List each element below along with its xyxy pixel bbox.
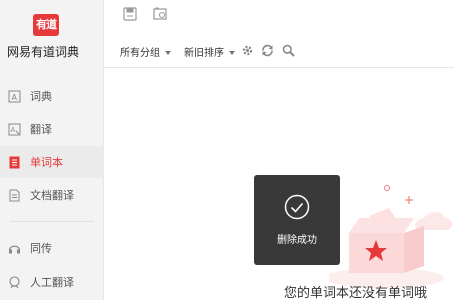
sidebar-item-dictionary[interactable]: A 词典 (0, 80, 104, 112)
sidebar-item-simultaneous-interpretation[interactable]: 同传 (0, 232, 104, 264)
chevron-down-icon (165, 51, 171, 55)
brand: 有道 网易有道词典 (0, 0, 104, 72)
top-toolbar (104, 0, 454, 30)
sidebar-item-label: 翻译 (30, 123, 52, 136)
sidebar-divider (10, 221, 94, 222)
search-icon[interactable] (282, 44, 295, 57)
empty-box-illustration (329, 185, 453, 288)
refresh-icon[interactable] (261, 44, 274, 57)
sidebar-item-label: 单词本 (30, 156, 63, 169)
group-dropdown[interactable]: 所有分组 (120, 44, 171, 59)
sort-dropdown-label: 新旧排序 (184, 48, 224, 59)
sidebar: 有道 网易有道词典 A 词典 A 翻译 单词本 文档翻译 同传 人工翻译 (0, 0, 104, 300)
app-name: 网易有道词典 (7, 45, 80, 59)
filter-bar: 所有分组 新旧排序 (104, 34, 454, 68)
sort-dropdown[interactable]: 新旧排序 (184, 44, 235, 59)
settings-gear-icon[interactable] (241, 44, 254, 57)
document-translate-icon (9, 189, 20, 201)
sidebar-item-label: 文档翻译 (30, 189, 74, 202)
sidebar-item-label: 人工翻译 (30, 276, 74, 289)
dictionary-icon: A (8, 90, 21, 102)
sidebar-item-human-translation[interactable]: 人工翻译 (0, 266, 104, 298)
image-icon[interactable] (153, 7, 167, 21)
sidebar-item-wordbook[interactable]: 单词本 (0, 146, 104, 178)
human-translation-icon (9, 275, 20, 288)
svg-text:A: A (11, 126, 16, 134)
toast-message: 删除成功 (277, 235, 317, 246)
translate-icon: A (8, 123, 21, 135)
sidebar-item-translate[interactable]: A 翻译 (0, 113, 104, 145)
svg-text:A: A (12, 93, 18, 102)
group-dropdown-label: 所有分组 (120, 48, 160, 59)
app-logo: 有道 (33, 14, 59, 36)
youdao-dictionary-window: 有道 网易有道词典 A 词典 A 翻译 单词本 文档翻译 同传 人工翻译 所有分… (0, 0, 454, 300)
empty-wordbook-message: 您的单词本还没有单词哦 (284, 286, 428, 300)
sidebar-item-label: 同传 (30, 242, 52, 255)
wordbook-icon (9, 156, 20, 168)
save-icon[interactable] (123, 7, 137, 21)
sidebar-item-document-translate[interactable]: 文档翻译 (0, 179, 104, 211)
simultaneous-interpretation-icon (8, 245, 21, 253)
sidebar-item-label: 词典 (30, 90, 52, 103)
chevron-down-icon (229, 51, 235, 55)
check-circle-icon (284, 194, 310, 220)
success-toast: 删除成功 (254, 175, 340, 265)
